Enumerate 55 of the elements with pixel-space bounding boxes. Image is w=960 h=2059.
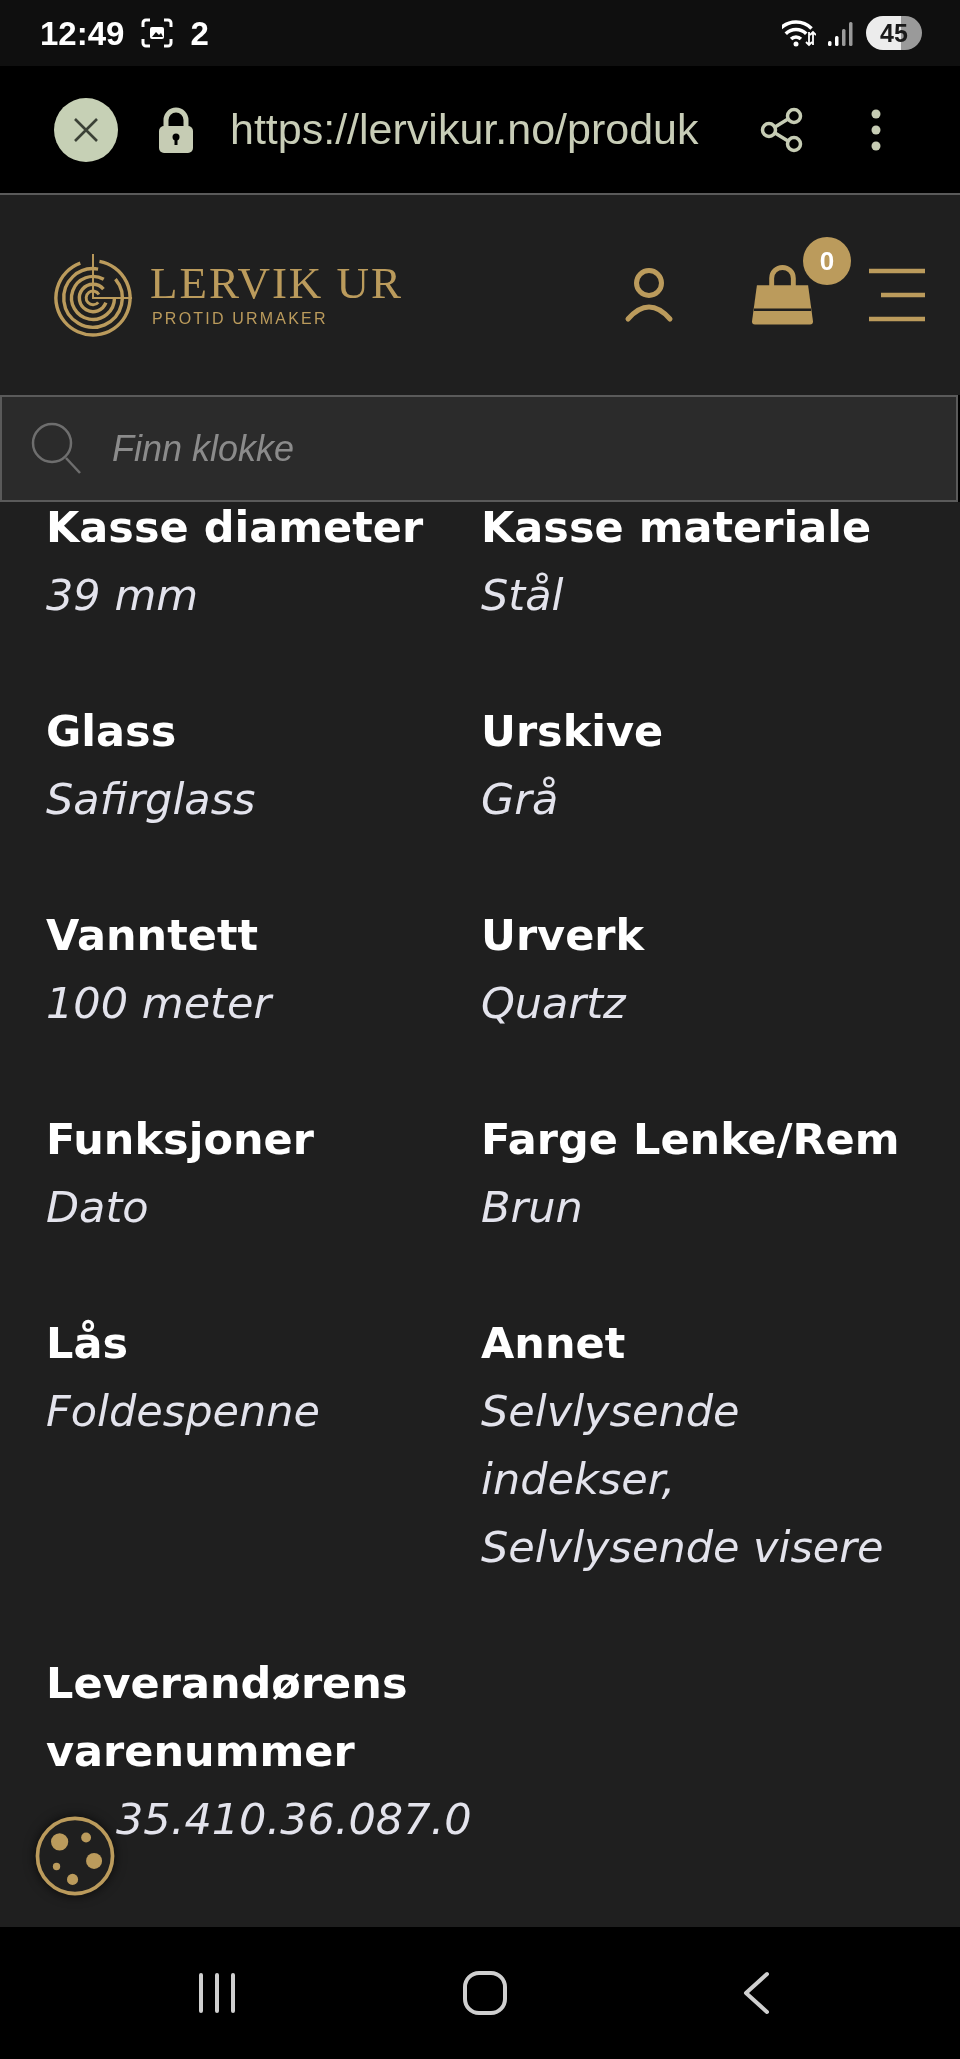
more-options-button[interactable]	[870, 107, 882, 152]
notification-count: 2	[190, 16, 209, 50]
cart-count: 0	[803, 237, 851, 285]
spec-value: 100 meter	[46, 977, 272, 1030]
search-icon	[30, 421, 82, 475]
recent-apps-icon	[198, 1972, 236, 2014]
spec-label: Farge Lenke/Rem	[481, 1113, 900, 1166]
spec-value: Dato	[46, 1181, 149, 1234]
account-button[interactable]	[624, 267, 674, 323]
lock-icon	[157, 106, 195, 153]
spec-label: Leverandørens varenummer	[46, 1657, 409, 1778]
logo-tagline: PROTID URMAKER	[151, 309, 328, 329]
spec-value: Selvlysende indekser, Selvlysende visere	[481, 1385, 885, 1574]
spec-label: Kasse materiale	[481, 502, 872, 554]
share-button[interactable]	[760, 106, 804, 153]
more-icon	[870, 107, 882, 152]
back-button[interactable]	[742, 1971, 770, 2015]
logo-name: LERVIK UR	[150, 261, 404, 305]
shopping-bag-icon	[751, 264, 814, 326]
back-icon	[742, 1971, 770, 2015]
spiral-logo-icon	[52, 251, 134, 339]
spec-label: Kasse diameter	[46, 502, 424, 554]
spec-label: Lås	[46, 1317, 128, 1370]
menu-icon	[869, 268, 925, 322]
spec-label: Annet	[481, 1317, 626, 1370]
home-button[interactable]	[463, 1971, 507, 2015]
search-field[interactable]: Finn klokke	[0, 395, 958, 502]
spec-label: Urskive	[481, 705, 664, 758]
url-text[interactable]: https://lervikur.no/produk	[230, 105, 699, 154]
wifi-icon	[782, 18, 816, 48]
cookie-icon	[35, 1816, 115, 1896]
screenshot-icon	[141, 18, 174, 48]
spec-value: Quartz	[481, 977, 626, 1030]
menu-button[interactable]	[869, 268, 925, 322]
share-icon	[760, 106, 804, 153]
user-icon	[624, 267, 674, 323]
spec-label: Glass	[46, 705, 177, 758]
spec-value: Foldespenne	[46, 1385, 320, 1438]
spec-value: Brun	[481, 1181, 583, 1234]
signal-icon	[828, 20, 854, 46]
recent-apps-button[interactable]	[198, 1972, 236, 2014]
spec-value: Safirglass	[46, 773, 256, 826]
home-icon	[463, 1971, 507, 2015]
spec-label: Vanntett	[46, 909, 258, 962]
spec-value: 35.410.36.087.0	[116, 1793, 472, 1846]
cookie-settings-button[interactable]	[35, 1816, 115, 1896]
spec-value: Grå	[481, 773, 559, 826]
cart-button[interactable]	[751, 264, 814, 326]
battery-indicator: 45	[866, 16, 922, 50]
spec-label: Funksjoner	[46, 1113, 314, 1166]
spec-value: 39 mm	[46, 569, 199, 622]
clock-time: 12:49	[40, 16, 125, 50]
spec-value: Stål	[481, 569, 564, 622]
close-icon	[73, 116, 99, 143]
spec-label: Urverk	[481, 909, 645, 962]
